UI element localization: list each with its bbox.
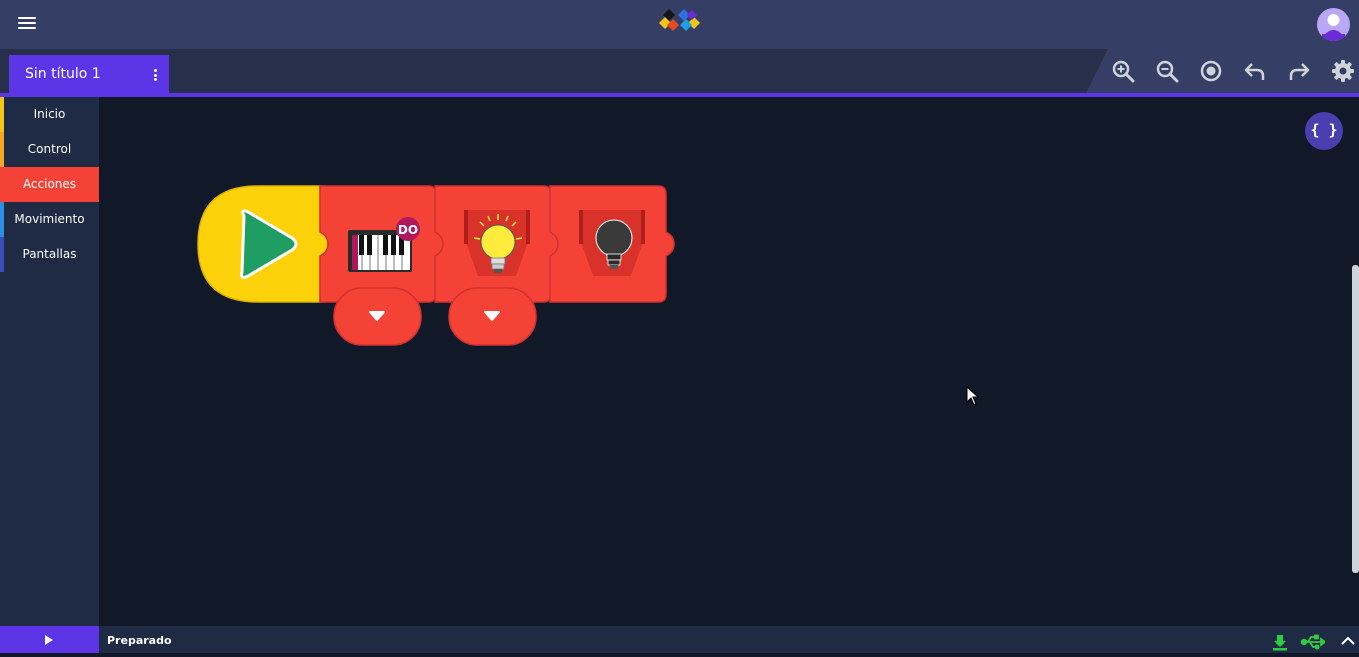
redo-icon[interactable] bbox=[1287, 59, 1311, 83]
light-on-action-block[interactable] bbox=[434, 185, 560, 303]
piano-action-block[interactable]: DO bbox=[319, 185, 445, 303]
run-button[interactable] bbox=[0, 626, 99, 653]
note-badge-label: DO bbox=[398, 223, 418, 237]
vertical-scrollbar[interactable] bbox=[1352, 265, 1359, 573]
category-color-bar bbox=[0, 202, 4, 237]
undo-icon[interactable] bbox=[1243, 59, 1267, 83]
zoom-in-icon[interactable] bbox=[1111, 59, 1135, 83]
category-color-bar bbox=[0, 132, 4, 167]
download-icon[interactable] bbox=[1271, 633, 1289, 651]
usb-icon[interactable] bbox=[1301, 633, 1325, 651]
category-label: Movimiento bbox=[14, 212, 85, 226]
category-color-bar bbox=[0, 97, 4, 132]
category-control[interactable]: Control bbox=[0, 132, 99, 167]
app-logo bbox=[659, 9, 700, 31]
start-block[interactable] bbox=[197, 185, 341, 303]
workspace-canvas[interactable] bbox=[99, 97, 1359, 626]
tab-title: Sin título 1 bbox=[25, 66, 101, 82]
center-target-icon[interactable] bbox=[1199, 59, 1223, 83]
category-label: Pantallas bbox=[22, 247, 77, 261]
status-bar bbox=[0, 626, 1359, 653]
more-vertical-icon[interactable] bbox=[154, 69, 158, 81]
mouse-cursor-icon bbox=[966, 386, 980, 406]
light-dropdown[interactable] bbox=[448, 287, 537, 346]
block-program: DO bbox=[197, 185, 675, 346]
status-text: Preparado bbox=[107, 634, 172, 647]
category-color-bar bbox=[0, 167, 4, 202]
code-view-button[interactable]: { } bbox=[1305, 112, 1343, 150]
category-label: Acciones bbox=[22, 177, 77, 191]
category-inicio[interactable]: Inicio bbox=[0, 97, 99, 132]
category-pantallas[interactable]: Pantallas bbox=[0, 237, 99, 272]
category-label: Inicio bbox=[33, 107, 66, 121]
zoom-out-icon[interactable] bbox=[1155, 59, 1179, 83]
user-avatar-icon[interactable] bbox=[1317, 8, 1350, 41]
category-label: Control bbox=[27, 142, 72, 156]
piano-note-dropdown[interactable] bbox=[333, 287, 422, 346]
note-do-badge: DO bbox=[396, 217, 420, 241]
category-movimiento[interactable]: Movimiento bbox=[0, 202, 99, 237]
play-icon bbox=[45, 635, 53, 645]
chevron-up-icon[interactable] bbox=[1340, 633, 1356, 649]
category-color-bar bbox=[0, 237, 4, 272]
settings-gear-icon[interactable] bbox=[1331, 59, 1355, 83]
hamburger-icon[interactable] bbox=[18, 17, 36, 31]
category-acciones[interactable]: Acciones bbox=[0, 167, 99, 202]
tab-project[interactable]: Sin título 1 bbox=[9, 55, 169, 93]
light-off-action-block[interactable] bbox=[549, 185, 675, 303]
